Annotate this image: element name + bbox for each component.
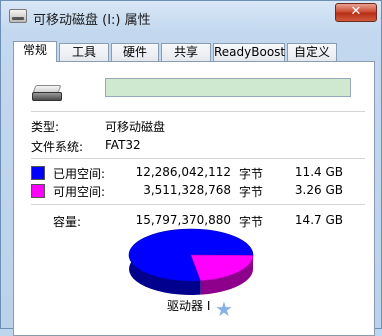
removable-drive-icon [9, 9, 27, 23]
drive-caption: 驱动器 I [167, 299, 211, 313]
used-space-swatch [31, 166, 45, 180]
properties-window: 可移动磁盘 (I:) 属性 ✕ 常规 工具 硬件 共享 ReadyBoost 自… [0, 0, 382, 336]
disk-usage-pie [121, 225, 261, 305]
separator [31, 158, 365, 159]
free-space-size: 3.26 GB [294, 183, 343, 197]
title-bar[interactable]: 可移动磁盘 (I:) 属性 ✕ [1, 1, 382, 33]
free-space-bytes: 3,511,328,768 [143, 183, 231, 197]
tab-hardware[interactable]: 硬件 [111, 43, 159, 61]
used-space-label: 已用空间: [53, 167, 106, 181]
window-title: 可移动磁盘 (I:) 属性 [33, 13, 151, 28]
tab-customize[interactable]: 自定义 [287, 43, 337, 61]
pie-chart-svg [128, 228, 254, 295]
filesystem-value: FAT32 [105, 138, 141, 152]
type-value: 可移动磁盘 [105, 120, 166, 134]
tab-general[interactable]: 常规 [13, 41, 57, 62]
close-button[interactable]: ✕ [335, 3, 377, 22]
used-space-size: 11.4 GB [294, 165, 343, 179]
tab-sharing[interactable]: 共享 [161, 43, 211, 61]
usb-drive-icon [32, 85, 62, 103]
tab-readyboost[interactable]: ReadyBoost [213, 43, 285, 61]
type-label: 类型: [31, 120, 60, 134]
filesystem-label: 文件系统: [31, 140, 84, 154]
separator [31, 204, 365, 205]
tab-strip: 常规 工具 硬件 共享 ReadyBoost 自定义 [13, 41, 375, 62]
used-space-bytes: 12,286,042,112 [135, 165, 231, 179]
separator [31, 111, 365, 112]
tab-tools[interactable]: 工具 [59, 43, 109, 61]
free-space-swatch [31, 184, 45, 198]
used-space-unit: 字节 [239, 167, 264, 181]
free-space-label: 可用空间: [53, 185, 106, 199]
capacity-label: 容量: [53, 215, 82, 229]
watermark-logo: ★ [215, 297, 233, 321]
capacity-size: 14.7 GB [294, 213, 343, 227]
free-space-unit: 字节 [239, 185, 264, 199]
drive-name-field[interactable] [105, 78, 351, 97]
